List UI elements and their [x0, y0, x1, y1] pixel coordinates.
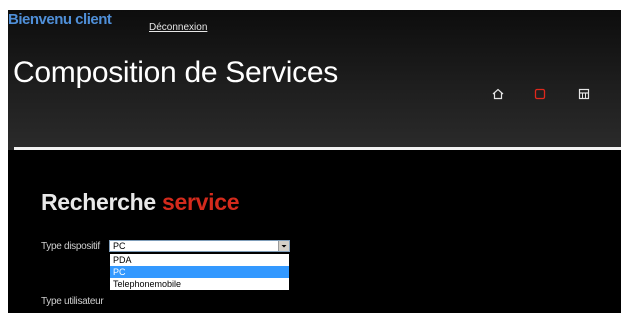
grid-icon[interactable]	[578, 88, 596, 106]
section-title-part1: Recherche	[41, 189, 163, 215]
header: Bienvenu client Déconnexion Composition …	[8, 10, 621, 150]
device-type-select[interactable]: PC	[109, 240, 290, 252]
device-type-dropdown: PDA PC Telephonemobile	[109, 253, 290, 291]
welcome-text: Bienvenu client	[8, 11, 112, 28]
app-frame: Bienvenu client Déconnexion Composition …	[8, 10, 621, 313]
section-title: Recherche service	[41, 189, 240, 216]
logout-link[interactable]: Déconnexion	[149, 22, 207, 33]
home-icon[interactable]	[492, 88, 510, 106]
device-type-label: Type dispositif	[41, 241, 100, 252]
user-type-label: Type utilisateur	[41, 296, 104, 307]
device-type-value: PC	[113, 241, 126, 251]
section-title-accent: service	[162, 189, 240, 215]
main-content: Recherche service Type dispositif PC PDA…	[8, 150, 621, 313]
page-title: Composition de Services	[13, 56, 338, 89]
dropdown-option-highlighted[interactable]: PC	[110, 266, 289, 278]
chevron-down-icon[interactable]	[278, 241, 289, 251]
dropdown-option[interactable]: Telephonemobile	[110, 278, 289, 290]
dropdown-option[interactable]: PDA	[110, 254, 289, 266]
square-icon[interactable]	[534, 88, 552, 106]
